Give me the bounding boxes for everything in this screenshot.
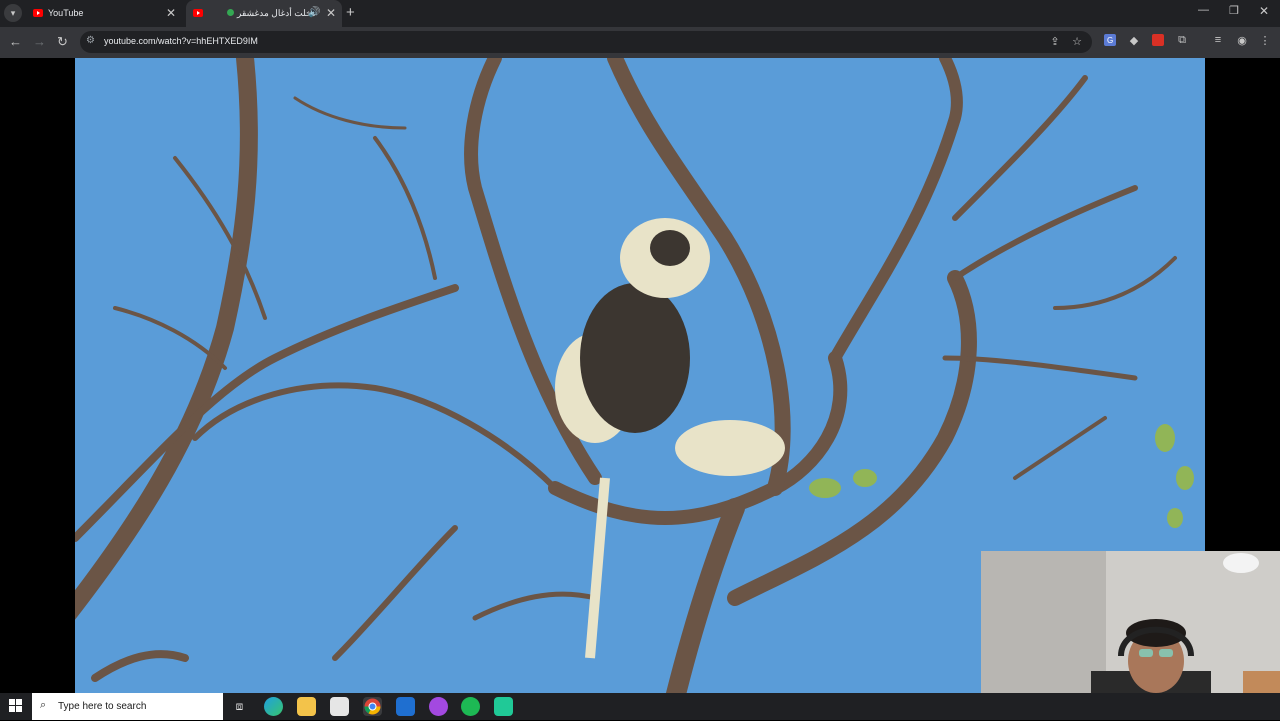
- puzzle-icon[interactable]: ⧉: [1175, 34, 1189, 48]
- tab-list-icon[interactable]: ▾: [4, 4, 22, 22]
- search-placeholder: Type here to search: [58, 701, 147, 712]
- audio-icon[interactable]: 🔊: [308, 7, 320, 18]
- forward-icon[interactable]: →: [33, 34, 46, 49]
- windows-start-icon[interactable]: [9, 699, 23, 713]
- file-explorer-icon[interactable]: [297, 697, 316, 716]
- minimize-icon[interactable]: —: [1198, 4, 1209, 16]
- reload-icon[interactable]: ↻: [57, 34, 68, 50]
- taskbar-search-box[interactable]: ⌕ Type here to search: [32, 693, 223, 720]
- spotify-icon[interactable]: [461, 697, 480, 716]
- tab-title: دخلت أدغال مدغشقر: [237, 8, 316, 18]
- restore-icon[interactable]: ❐: [1229, 4, 1239, 17]
- profile-icon[interactable]: ◉: [1235, 34, 1249, 48]
- task-view-icon[interactable]: ⧈: [230, 697, 249, 716]
- close-icon[interactable]: ✕: [166, 6, 176, 20]
- taskbar: ⌕ Type here to search ⧈: [0, 693, 1280, 720]
- search-icon: ⌕: [40, 699, 47, 711]
- site-info-icon[interactable]: ⚙: [86, 35, 99, 48]
- store-icon[interactable]: [330, 697, 349, 716]
- back-icon[interactable]: ←: [9, 34, 22, 49]
- recording-icon: [227, 9, 234, 16]
- tab-title: YouTube: [48, 8, 84, 18]
- menu-icon[interactable]: ≡: [1211, 34, 1225, 48]
- youtube-favicon: [193, 9, 203, 17]
- bookmark-star-icon[interactable]: ☆: [1070, 35, 1084, 49]
- media-icon[interactable]: [1151, 34, 1165, 48]
- close-icon[interactable]: ✕: [326, 6, 336, 20]
- url-text: youtube.com/watch?v=hhEHTXED9IM: [104, 36, 258, 46]
- close-icon[interactable]: ✕: [1259, 4, 1269, 18]
- chrome-icon[interactable]: [363, 697, 382, 716]
- edge-icon[interactable]: [264, 697, 283, 716]
- new-tab-icon[interactable]: +: [346, 4, 355, 21]
- menu-icon[interactable]: ⋮: [1258, 34, 1272, 48]
- mail-icon[interactable]: [396, 697, 415, 716]
- app-icon[interactable]: [494, 697, 513, 716]
- browser-toolbar: ← → ↻ ⚙ youtube.com/watch?v=hhEHTXED9IM …: [0, 27, 1280, 58]
- tab-youtube[interactable]: YouTube ✕: [26, 0, 182, 27]
- tab-video[interactable]: دخلت أدغال مدغشقر 🔊 ✕: [186, 0, 342, 27]
- translate-icon[interactable]: G: [1103, 34, 1117, 48]
- svg-text:G: G: [1107, 36, 1113, 45]
- youtube-favicon: [33, 9, 43, 17]
- tab-strip: ▾ YouTube ✕ دخلت أدغال مدغشقر 🔊 ✕ + — ❐ …: [0, 0, 1280, 27]
- extension-icon[interactable]: ◆: [1127, 34, 1141, 48]
- address-bar[interactable]: ⚙ youtube.com/watch?v=hhEHTXED9IM ⇪ ☆: [80, 31, 1092, 53]
- install-icon[interactable]: ⇪: [1048, 35, 1062, 49]
- messenger-icon[interactable]: [429, 697, 448, 716]
